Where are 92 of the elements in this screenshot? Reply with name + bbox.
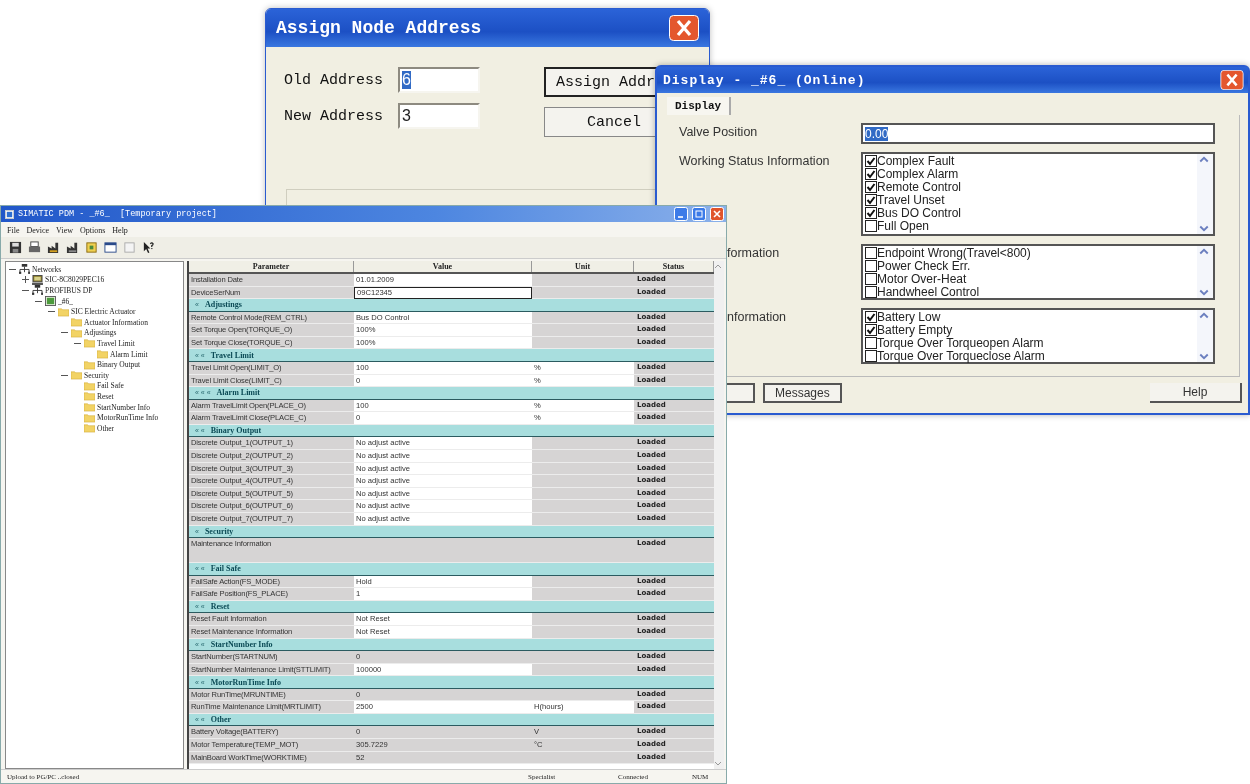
close-button[interactable]: [1220, 70, 1244, 90]
expand-icon[interactable]: [21, 275, 30, 285]
checkbox[interactable]: [865, 206, 877, 219]
checkbox[interactable]: [865, 349, 877, 362]
section-title: Travel Limit: [210, 350, 254, 360]
folder-icon: [71, 370, 82, 381]
folder-icon: [84, 359, 95, 370]
window-icon[interactable]: [104, 241, 117, 254]
section-title: Reset: [210, 602, 230, 612]
checkbox[interactable]: [865, 180, 877, 193]
print-icon[interactable]: [28, 241, 41, 254]
checkbox-label: Remote Control: [877, 179, 962, 194]
section-title: Binary Output: [210, 426, 262, 436]
checkbox-label: Complex Alarm: [877, 166, 959, 181]
network-icon: [19, 264, 30, 275]
section-title: StartNumber Info: [210, 639, 273, 649]
computer-icon: [32, 274, 43, 285]
column-header[interactable]: Parameter: [189, 261, 354, 272]
checkbox-label: Bus DO Control: [877, 205, 962, 220]
app-icon: [5, 209, 14, 219]
device-icon: [45, 296, 56, 307]
folder-icon: [84, 412, 95, 423]
folder-icon: [84, 423, 95, 434]
folder-icon: [84, 380, 95, 391]
address-field[interactable]: 3: [398, 103, 480, 129]
folder-icon: [58, 306, 69, 317]
factory-icon[interactable]: [47, 241, 60, 254]
menu-item[interactable]: File: [7, 226, 20, 235]
valve-position-field[interactable]: 0.00: [861, 123, 1215, 144]
checkbox[interactable]: [865, 167, 877, 180]
dialog-button[interactable]: Messages: [763, 383, 842, 403]
folder-icon: [84, 391, 95, 402]
checkbox-label: Endpoint Wrong(Travel<800): [877, 245, 1031, 260]
checkbox[interactable]: [865, 219, 877, 232]
folder-icon: [84, 338, 95, 349]
section-title: MotorRunTime Info: [210, 677, 282, 687]
checkbox[interactable]: [865, 272, 877, 285]
menu-item[interactable]: Help: [112, 226, 128, 235]
section-title: Other: [210, 715, 232, 725]
checkbox[interactable]: [865, 259, 877, 272]
help-icon[interactable]: [142, 241, 155, 254]
scroll-up-icon[interactable]: [1197, 246, 1211, 256]
checkbox[interactable]: [865, 285, 877, 298]
field-label: Old Address: [284, 71, 384, 89]
chip-icon[interactable]: [85, 241, 98, 254]
window-title: Assign Node Address: [276, 18, 482, 38]
checkbox[interactable]: [865, 323, 877, 336]
scroll-down-icon[interactable]: [1197, 224, 1211, 234]
section-title: Alarm Limit: [216, 388, 260, 398]
field-label: New Address: [284, 107, 384, 125]
section-title: Adjustings: [204, 300, 242, 310]
checkbox-label: Travel Unset: [877, 192, 945, 207]
checkbox[interactable]: [865, 246, 877, 259]
section-title: Security: [204, 526, 234, 536]
scroll-down-icon[interactable]: [1197, 352, 1211, 362]
maximize-button[interactable]: [692, 207, 706, 221]
group-label: Working Status Information: [679, 153, 831, 168]
network-icon: [32, 285, 43, 296]
close-button[interactable]: [669, 15, 699, 41]
checkbox-label: Complex Fault: [877, 153, 955, 168]
folder-icon: [84, 402, 95, 412]
menu-item[interactable]: Device: [26, 226, 50, 235]
tab[interactable]: Display: [667, 97, 732, 115]
checkbox-label: Full Open: [877, 218, 930, 233]
dialog-button[interactable]: [727, 383, 755, 403]
group-label: formation: [726, 245, 781, 260]
scroll-down-icon[interactable]: [1197, 288, 1211, 298]
factory-icon[interactable]: [66, 241, 79, 254]
dialog-button[interactable]: Help: [1150, 383, 1242, 403]
minimize-button[interactable]: [674, 207, 688, 221]
checkbox-label: Battery Low: [877, 309, 941, 324]
folder-icon: [71, 317, 82, 328]
menu-item[interactable]: Options: [79, 226, 106, 235]
checkbox-label: Motor Over-Heat: [877, 271, 967, 286]
menu-item[interactable]: View: [56, 226, 73, 235]
checkbox[interactable]: [865, 193, 877, 206]
scroll-up-icon[interactable]: [1197, 310, 1211, 320]
checkbox[interactable]: [865, 310, 877, 323]
close-button[interactable]: [710, 207, 724, 221]
address-field[interactable]: 6: [398, 67, 480, 93]
folder-icon: [71, 327, 82, 338]
column-header[interactable]: Unit: [532, 261, 634, 272]
folder-icon: [97, 349, 108, 360]
scroll-up-icon[interactable]: [1197, 154, 1211, 164]
checkbox[interactable]: [865, 336, 877, 349]
column-header[interactable]: Value: [354, 261, 532, 272]
section-title: Fail Safe: [210, 564, 241, 574]
checkbox-label: Handwheel Control: [877, 284, 980, 299]
group-label: nformation: [726, 309, 788, 324]
checkbox[interactable]: [865, 154, 877, 167]
window-title: SIMATIC PDM - _#6_ [Temporary project]: [18, 209, 217, 219]
save-icon[interactable]: [9, 241, 22, 254]
